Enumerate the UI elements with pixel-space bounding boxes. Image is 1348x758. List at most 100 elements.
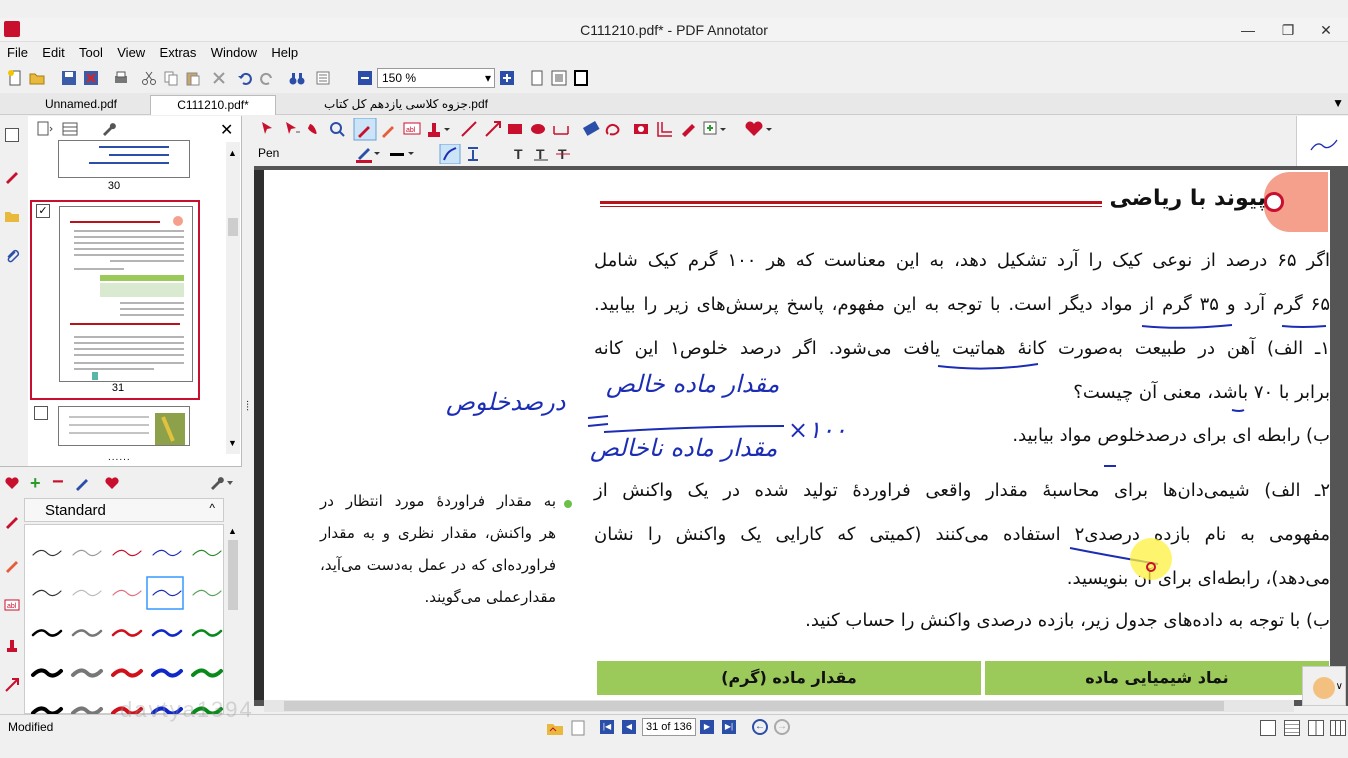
folder-icon[interactable] xyxy=(4,208,20,224)
thumbnail-checkbox-32[interactable] xyxy=(34,406,48,420)
close-panel-icon[interactable]: ✕ xyxy=(220,120,233,140)
pen-color-picker[interactable] xyxy=(354,144,384,164)
horizontal-scrollbar[interactable] xyxy=(264,700,1294,712)
scroll-corner[interactable]: ∨ xyxy=(1302,666,1346,706)
open-folder-icon[interactable] xyxy=(28,69,46,87)
menu-help[interactable]: Help xyxy=(267,43,302,62)
back-icon[interactable]: ← xyxy=(752,719,768,735)
highlighter-icon[interactable] xyxy=(4,557,22,575)
thumbnail-checkbox[interactable]: ✓ xyxy=(36,204,50,218)
stamp-icon[interactable] xyxy=(4,637,22,655)
line-width-picker[interactable] xyxy=(390,144,420,164)
edit-pen-icon[interactable] xyxy=(74,475,92,493)
save-as-icon[interactable] xyxy=(82,69,100,87)
multi-page-layout-icon[interactable] xyxy=(1330,720,1346,736)
zoom-value: 150 % xyxy=(382,71,417,85)
close-button[interactable]: ✕ xyxy=(1306,18,1346,42)
page-number-input[interactable]: 31 of 136 xyxy=(642,718,696,736)
pen-tool-icon[interactable] xyxy=(4,513,22,531)
svg-text:abl: abl xyxy=(406,127,416,134)
side-note-line-2: هر واکنش، مقدار نظری و به مقدار xyxy=(320,524,556,542)
add-icon[interactable]: + xyxy=(30,473,41,494)
pen-red-icon[interactable] xyxy=(4,168,20,184)
thumbnail-selected-frame[interactable]: ✓ 31 xyxy=(30,200,200,400)
scrollbar-thumb[interactable] xyxy=(284,701,1224,711)
cut-icon[interactable] xyxy=(140,69,158,87)
undo-icon[interactable] xyxy=(236,69,254,87)
print-icon[interactable] xyxy=(112,69,130,87)
thumbnail-page-30[interactable] xyxy=(58,140,190,178)
checkbox-icon[interactable] xyxy=(5,128,19,142)
scrollbar-thumb[interactable] xyxy=(228,540,238,610)
tab-c111210[interactable]: C111210.pdf* xyxy=(150,95,276,115)
thumbnail-page-31 xyxy=(59,206,193,382)
zoom-out-icon[interactable] xyxy=(356,69,374,87)
tab-class-notes[interactable]: جزوه کلاسی یازدهم کل کتاب.pdf xyxy=(296,95,516,115)
minimize-button[interactable]: — xyxy=(1228,18,1268,42)
two-page-layout-icon[interactable] xyxy=(1308,720,1324,736)
menu-view[interactable]: View xyxy=(113,43,149,62)
paperclip-icon[interactable] xyxy=(4,248,20,264)
pdf-page[interactable]: پیوند با ریاضی اگر ۶۵ درصد از نوعی کیک ر… xyxy=(264,170,1330,700)
splitter-grip[interactable]: ...... xyxy=(108,452,131,463)
favorite-heart-icon[interactable] xyxy=(104,475,122,493)
last-page-icon[interactable]: ▶| xyxy=(722,720,736,734)
body-line-7: مفهومی به نام بازده درصدی۲ استفاده می‌کن… xyxy=(594,524,1330,545)
folder-nav-icon[interactable] xyxy=(546,719,564,737)
zoom-select[interactable]: 150 % ▾ xyxy=(377,68,495,88)
tab-unnamed[interactable]: Unnamed.pdf xyxy=(20,95,142,115)
copy-icon[interactable] xyxy=(162,69,180,87)
cursor-highlight xyxy=(1130,538,1172,580)
chevron-down-icon[interactable]: ∨ xyxy=(1336,681,1343,692)
chevron-up-icon[interactable]: ▲ xyxy=(228,526,237,536)
delete-icon[interactable] xyxy=(210,69,228,87)
menu-extras[interactable]: Extras xyxy=(156,43,201,62)
menu-edit[interactable]: Edit xyxy=(38,43,68,62)
restore-button[interactable]: ❐ xyxy=(1268,18,1308,42)
text-box-icon[interactable]: abl xyxy=(4,597,22,615)
single-page-layout-icon[interactable] xyxy=(1260,720,1276,736)
settings-wrench-icon[interactable] xyxy=(208,475,236,493)
grid-view-icon[interactable] xyxy=(62,121,90,137)
page-nav-icon[interactable] xyxy=(570,719,588,737)
toolbox-category-header[interactable]: Standard ^ xyxy=(24,498,224,522)
tabs-dropdown-icon[interactable]: ▼ xyxy=(1332,96,1344,110)
first-page-icon[interactable]: |◀ xyxy=(600,720,614,734)
handwriting-numerator: مقدار ماده خالص xyxy=(606,370,780,398)
previous-page-icon[interactable]: ◀ xyxy=(622,720,636,734)
page-layout-icon[interactable] xyxy=(314,69,332,87)
zoom-in-icon[interactable] xyxy=(498,69,516,87)
wrench-icon[interactable] xyxy=(100,121,128,137)
pen-preset-selected[interactable] xyxy=(149,577,183,609)
continuous-layout-icon[interactable] xyxy=(1284,720,1300,736)
page-icon[interactable] xyxy=(34,121,56,137)
chevron-down-icon[interactable]: ▼ xyxy=(228,438,237,448)
watermark-text: davtya1394 xyxy=(120,697,254,722)
redo-icon[interactable] xyxy=(258,69,276,87)
body-line-4: برابر با ۷۰ باشد، معنی آن چیست؟ xyxy=(1073,382,1330,403)
menu-tool[interactable]: Tool xyxy=(75,43,107,62)
fit-page-icon[interactable] xyxy=(550,69,568,87)
menu-file[interactable]: File xyxy=(3,43,32,62)
find-binoculars-icon[interactable] xyxy=(288,69,306,87)
paste-icon[interactable] xyxy=(184,69,202,87)
menu-window[interactable]: Window xyxy=(207,43,261,62)
scrollbar-thumb[interactable] xyxy=(228,218,238,236)
side-note-bullet-icon xyxy=(564,500,572,508)
smooth-pen-toggle[interactable] xyxy=(440,144,462,164)
heart-icon[interactable] xyxy=(4,475,22,493)
hand-tool-icon[interactable] xyxy=(1313,677,1335,699)
toolbox-scrollbar[interactable]: ▲ xyxy=(226,524,240,714)
save-icon[interactable] xyxy=(60,69,78,87)
remove-icon[interactable]: − xyxy=(52,471,64,494)
thumbnail-page-32[interactable] xyxy=(58,406,190,446)
chevron-up-icon[interactable]: ▲ xyxy=(228,148,237,158)
arrow-tool-icon[interactable] xyxy=(4,677,22,695)
thumbnail-scrollbar[interactable]: ▲ ▼ xyxy=(226,142,240,454)
new-document-icon[interactable] xyxy=(6,69,24,87)
forward-icon[interactable]: → xyxy=(774,719,790,735)
status-bar: Modified davtya1394 |◀ ◀ 31 of 136 ▶ ▶| … xyxy=(0,697,1348,740)
single-page-view-icon[interactable] xyxy=(528,69,546,87)
fullscreen-icon[interactable] xyxy=(572,69,590,87)
next-page-icon[interactable]: ▶ xyxy=(700,720,714,734)
